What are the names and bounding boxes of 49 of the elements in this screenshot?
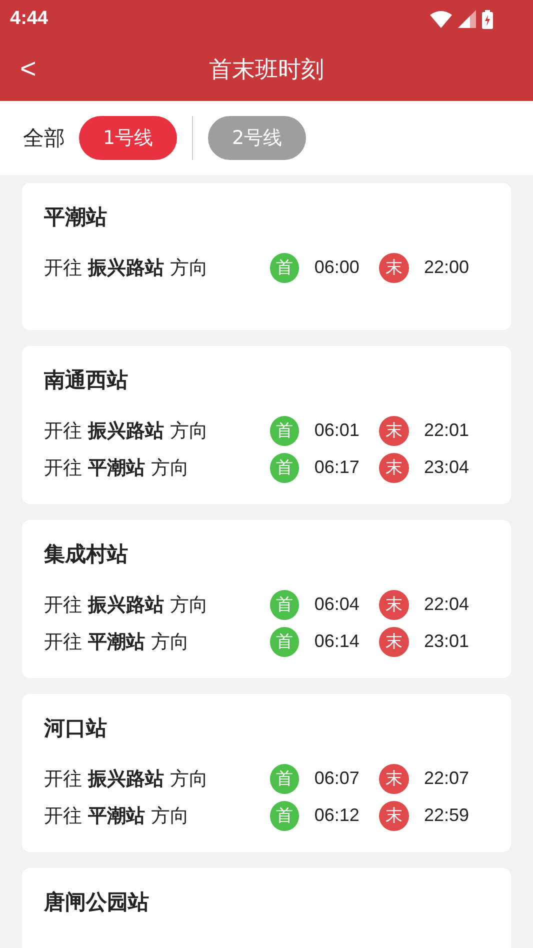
last-train-time: 22:00 [422, 257, 470, 278]
last-train-badge: 末 [379, 800, 409, 830]
last-train-badge: 末 [379, 252, 409, 282]
first-train-time: 06:01 [313, 420, 360, 441]
first-train-time: 06:14 [313, 631, 360, 652]
direction-text: 开往 振兴路站 方向 [44, 766, 210, 792]
signal-icon [458, 10, 476, 28]
last-train-badge: 末 [379, 764, 409, 794]
station-name: 南通西站 [44, 367, 129, 394]
first-train-time: 06:12 [313, 805, 360, 826]
last-train-time: 22:01 [422, 420, 470, 441]
station-name: 唐闸公园站 [44, 889, 150, 916]
wifi-icon [430, 10, 452, 28]
last-train-time: 22:07 [422, 768, 470, 789]
page-title: 首末班时刻 [209, 56, 324, 85]
first-train-badge: 首 [270, 252, 300, 282]
line-tab[interactable]: 2号线 [208, 116, 306, 160]
first-train-time: 06:04 [313, 594, 360, 615]
station-name: 平潮站 [44, 204, 108, 231]
first-train-badge: 首 [270, 764, 300, 794]
first-train-badge: 首 [270, 590, 300, 620]
first-train-badge: 首 [270, 800, 300, 830]
back-button[interactable]: < [14, 50, 42, 88]
first-train-time: 06:17 [313, 457, 360, 478]
direction-text: 开往 平潮站 方向 [44, 630, 190, 654]
status-time: 4:44 [10, 8, 48, 30]
station-name: 河口站 [44, 715, 108, 742]
last-train-badge: 末 [379, 626, 409, 656]
all-label[interactable]: 全部 [23, 124, 65, 152]
last-train-badge: 末 [379, 416, 409, 446]
station-name: 集成村站 [44, 541, 129, 568]
battery-icon [482, 10, 493, 28]
direction-text: 开往 振兴路站 方向 [44, 418, 210, 444]
first-train-badge: 首 [270, 626, 300, 656]
last-train-time: 23:04 [422, 457, 470, 478]
last-train-badge: 末 [379, 452, 409, 482]
last-train-time: 22:04 [422, 594, 470, 615]
direction-text: 开往 平潮站 方向 [44, 804, 190, 828]
first-train-time: 06:00 [313, 257, 360, 278]
first-train-badge: 首 [270, 416, 300, 446]
last-train-badge: 末 [379, 590, 409, 620]
direction-text: 开往 振兴路站 方向 [44, 256, 210, 280]
last-train-time: 23:01 [422, 631, 470, 652]
first-train-badge: 首 [270, 452, 300, 482]
last-train-time: 22:59 [422, 805, 470, 826]
direction-text: 开往 平潮站 方向 [44, 456, 190, 480]
direction-text: 开往 振兴路站 方向 [44, 592, 210, 618]
first-train-time: 06:07 [313, 768, 360, 789]
line-tab[interactable]: 1号线 [79, 116, 177, 160]
